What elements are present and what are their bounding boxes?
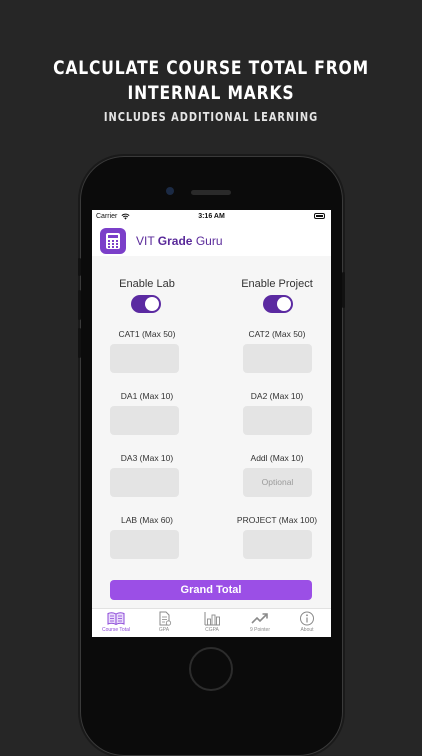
tab-gpa[interactable]: GPA [140, 611, 188, 633]
app-header: VIT Grade Guru [92, 224, 331, 257]
battery-icon [314, 213, 325, 219]
status-bar: Carrier 3:16 AM [92, 210, 331, 224]
lab-input[interactable] [110, 530, 179, 559]
da2-input[interactable] [243, 406, 312, 435]
app-title-pre: VIT [136, 234, 158, 248]
da3-label: DA3 (Max 10) [120, 453, 174, 463]
addl-placeholder: Optional [261, 477, 294, 487]
da2-label: DA2 (Max 10) [250, 391, 304, 401]
tab-label: About [300, 627, 314, 633]
da3-input[interactable] [110, 468, 179, 497]
tab-course-total[interactable]: Course Total [92, 611, 140, 633]
trend-up-icon [251, 613, 268, 624]
grand-total-button[interactable]: Grand Total [110, 580, 312, 600]
toggle-knob [277, 297, 291, 311]
addl-input[interactable]: Optional [243, 468, 312, 497]
promo-headline-line1: CALCULATE COURSE TOTAL FROM [53, 57, 369, 79]
da1-input[interactable] [110, 406, 179, 435]
cat2-label: CAT2 (Max 50) [248, 329, 306, 339]
home-button[interactable] [189, 647, 233, 691]
document-icon [159, 611, 172, 626]
info-icon [300, 611, 314, 626]
tab-bar: Course Total GPA CGPA 9 Pointer About [92, 608, 331, 637]
project-input[interactable] [243, 530, 312, 559]
phone-volume-down [78, 328, 81, 358]
phone-volume-up [78, 290, 81, 320]
tab-label: Course Total [102, 627, 130, 633]
promo-headline-line2: INTERNAL MARKS [127, 82, 295, 104]
tab-label: 9 Pointer [249, 627, 270, 633]
project-label: PROJECT (Max 100) [236, 515, 318, 525]
phone-speaker [191, 190, 231, 195]
book-icon [107, 612, 125, 626]
lab-label: LAB (Max 60) [121, 515, 173, 525]
phone-power-button [342, 272, 345, 308]
enable-project-toggle[interactable] [263, 295, 293, 313]
front-camera [166, 187, 174, 195]
promo-headline: CALCULATE COURSE TOTAL FROM INTERNAL MAR… [38, 56, 384, 106]
status-time: 3:16 AM [198, 213, 225, 220]
app-title-bold: Grade [157, 234, 193, 248]
enable-lab-toggle[interactable] [131, 295, 161, 313]
enable-lab-label: Enable Lab [119, 278, 175, 290]
enable-project-label: Enable Project [241, 278, 313, 290]
app-title-post: Guru [192, 234, 223, 248]
calculator-icon [100, 228, 126, 254]
addl-label: Addl (Max 10) [250, 453, 304, 463]
tab-about[interactable]: About [283, 611, 331, 633]
phone-mute-switch [78, 258, 81, 276]
tab-label: GPA [158, 627, 170, 633]
tab-cgpa[interactable]: CGPA [188, 611, 236, 633]
da1-label: DA1 (Max 10) [120, 391, 174, 401]
tab-9-pointer[interactable]: 9 Pointer [236, 611, 284, 633]
tab-label: CGPA [205, 627, 219, 633]
toggle-knob [145, 297, 159, 311]
app-title: VIT Grade Guru [136, 234, 223, 248]
cat1-label: CAT1 (Max 50) [118, 329, 176, 339]
promo-subheadline: INCLUDES ADDITIONAL LEARNING [103, 110, 319, 124]
cat2-input[interactable] [243, 344, 312, 373]
cat1-input[interactable] [110, 344, 179, 373]
phone-screen: Carrier 3:16 AM VIT Grade Guru Enable La… [92, 210, 331, 637]
bar-chart-icon [204, 612, 220, 626]
course-total-form: Enable Lab Enable Project CAT1 (Max 50) … [92, 256, 331, 614]
